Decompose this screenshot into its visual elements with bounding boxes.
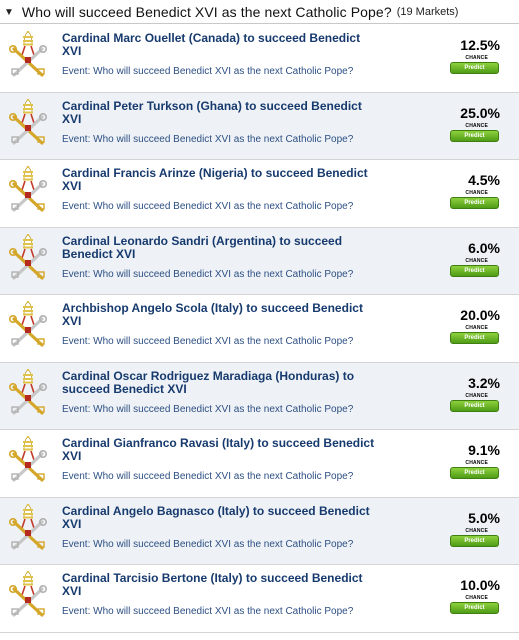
chance-percent: 20.0% — [460, 307, 500, 323]
chance-label: CHANCE — [465, 122, 488, 129]
event-label: Event: — [62, 538, 91, 550]
market-title-link[interactable]: Cardinal Francis Arinze (Nigeria) to suc… — [62, 167, 382, 193]
papal-emblem-icon — [6, 503, 50, 552]
chance-percent: 3.2% — [468, 374, 500, 391]
event-link[interactable]: Who will succeed Benedict XVI as the nex… — [93, 404, 353, 415]
market-count: (19 Markets) — [396, 5, 459, 18]
event-link[interactable]: Who will succeed Benedict XVI as the nex… — [93, 66, 353, 77]
predict-button[interactable]: Predict — [450, 534, 499, 547]
papal-emblem-icon — [6, 570, 50, 619]
chance-percent: 25.0% — [460, 104, 500, 121]
event-label: Event: — [62, 66, 91, 77]
market-event: Event: Who will succeed Benedict XVI as … — [62, 471, 353, 482]
papal-emblem-icon — [6, 165, 50, 214]
event-link[interactable]: Who will succeed Benedict XVI as the nex… — [93, 336, 353, 347]
chance-label: CHANCE — [465, 460, 488, 466]
market-event: Event: Who will succeed Benedict XVI as … — [62, 404, 353, 415]
papal-emblem-icon — [6, 300, 50, 349]
market-event: Event: Who will succeed Benedict XVI as … — [62, 539, 353, 550]
papal-emblem-icon — [6, 233, 50, 282]
event-label: Event: — [62, 268, 91, 280]
chance-label: CHANCE — [465, 325, 488, 331]
market-title-link[interactable]: Archbishop Angelo Scola (Italy) to succe… — [62, 302, 382, 328]
event-link[interactable]: Who will succeed Benedict XVI as the nex… — [93, 201, 353, 212]
event-label: Event: — [62, 606, 91, 617]
papal-emblem-icon — [6, 435, 50, 484]
papal-emblem-icon — [6, 98, 50, 147]
chance-percent: 12.5% — [460, 37, 500, 53]
event-link[interactable]: Who will succeed Benedict XVI as the nex… — [93, 471, 353, 482]
chance-label: CHANCE — [465, 190, 488, 196]
chance-percent: 10.0% — [460, 577, 500, 593]
chance-label: CHANCE — [465, 55, 488, 61]
predict-button[interactable]: Predict — [450, 399, 499, 412]
market-event: Event: Who will succeed Benedict XVI as … — [62, 66, 353, 77]
chance-label: CHANCE — [465, 527, 488, 534]
market-row: Cardinal Leonardo Sandri (Argentina) to … — [0, 227, 519, 295]
market-row: Cardinal Gianfranco Ravasi (Italy) to su… — [0, 430, 519, 498]
market-event: Event: Who will succeed Benedict XVI as … — [62, 336, 353, 347]
market-row: Cardinal Marc Ouellet (Canada) to succee… — [0, 25, 519, 93]
market-row: Archbishop Angelo Scola (Italy) to succe… — [0, 295, 519, 363]
predict-button[interactable]: Predict — [450, 129, 499, 142]
event-link[interactable]: Who will succeed Benedict XVI as the nex… — [93, 539, 353, 550]
chance-label: CHANCE — [465, 595, 488, 601]
predict-button[interactable]: Predict — [450, 62, 499, 74]
market-event: Event: Who will succeed Benedict XVI as … — [62, 201, 353, 212]
market-title-link[interactable]: Cardinal Tarcisio Bertone (Italy) to suc… — [62, 572, 382, 598]
predict-button[interactable]: Predict — [450, 264, 499, 277]
market-title-link[interactable]: Cardinal Marc Ouellet (Canada) to succee… — [62, 32, 382, 58]
predict-button[interactable]: Predict — [450, 467, 499, 479]
market-title-link[interactable]: Cardinal Angelo Bagnasco (Italy) to succ… — [62, 504, 382, 531]
section-header[interactable]: ▼ Who will succeed Benedict XVI as the n… — [0, 0, 519, 24]
event-label: Event: — [62, 336, 91, 347]
predict-button[interactable]: Predict — [450, 602, 499, 614]
market-event: Event: Who will succeed Benedict XVI as … — [62, 606, 353, 617]
market-event: Event: Who will succeed Benedict XVI as … — [62, 269, 353, 280]
market-title-link[interactable]: Cardinal Leonardo Sandri (Argentina) to … — [62, 234, 382, 261]
event-link[interactable]: Who will succeed Benedict XVI as the nex… — [93, 269, 353, 280]
market-title-link[interactable]: Cardinal Gianfranco Ravasi (Italy) to su… — [62, 437, 382, 463]
chance-percent: 5.0% — [468, 509, 500, 526]
chance-percent: 6.0% — [468, 239, 500, 256]
market-title-link[interactable]: Cardinal Peter Turkson (Ghana) to succee… — [62, 99, 382, 126]
market-row: Cardinal Oscar Rodriguez Maradiaga (Hond… — [0, 362, 519, 430]
event-link[interactable]: Who will succeed Benedict XVI as the nex… — [93, 606, 353, 617]
section-title: Who will succeed Benedict XVI as the nex… — [21, 3, 392, 20]
market-title-link[interactable]: Cardinal Oscar Rodriguez Maradiaga (Hond… — [62, 369, 382, 396]
market-row: Cardinal Angelo Bagnasco (Italy) to succ… — [0, 497, 519, 565]
market-list: Cardinal Marc Ouellet (Canada) to succee… — [0, 25, 519, 633]
event-label: Event: — [62, 201, 91, 212]
papal-emblem-icon — [6, 30, 50, 79]
event-label: Event: — [62, 471, 91, 482]
market-row: Cardinal Francis Arinze (Nigeria) to suc… — [0, 160, 519, 228]
market-row: Cardinal Peter Turkson (Ghana) to succee… — [0, 92, 519, 160]
event-link[interactable]: Who will succeed Benedict XVI as the nex… — [93, 134, 353, 145]
collapse-triangle-icon[interactable]: ▼ — [4, 7, 14, 18]
papal-emblem-icon — [6, 368, 50, 417]
chance-label: CHANCE — [465, 257, 488, 264]
predict-button[interactable]: Predict — [450, 197, 499, 209]
event-label: Event: — [62, 403, 91, 415]
market-row: Cardinal Tarcisio Bertone (Italy) to suc… — [0, 565, 519, 633]
predict-button[interactable]: Predict — [450, 332, 499, 344]
event-label: Event: — [62, 133, 91, 145]
chance-percent: 4.5% — [468, 172, 500, 188]
chance-label: CHANCE — [465, 392, 488, 399]
chance-percent: 9.1% — [468, 442, 500, 458]
market-event: Event: Who will succeed Benedict XVI as … — [62, 134, 353, 145]
